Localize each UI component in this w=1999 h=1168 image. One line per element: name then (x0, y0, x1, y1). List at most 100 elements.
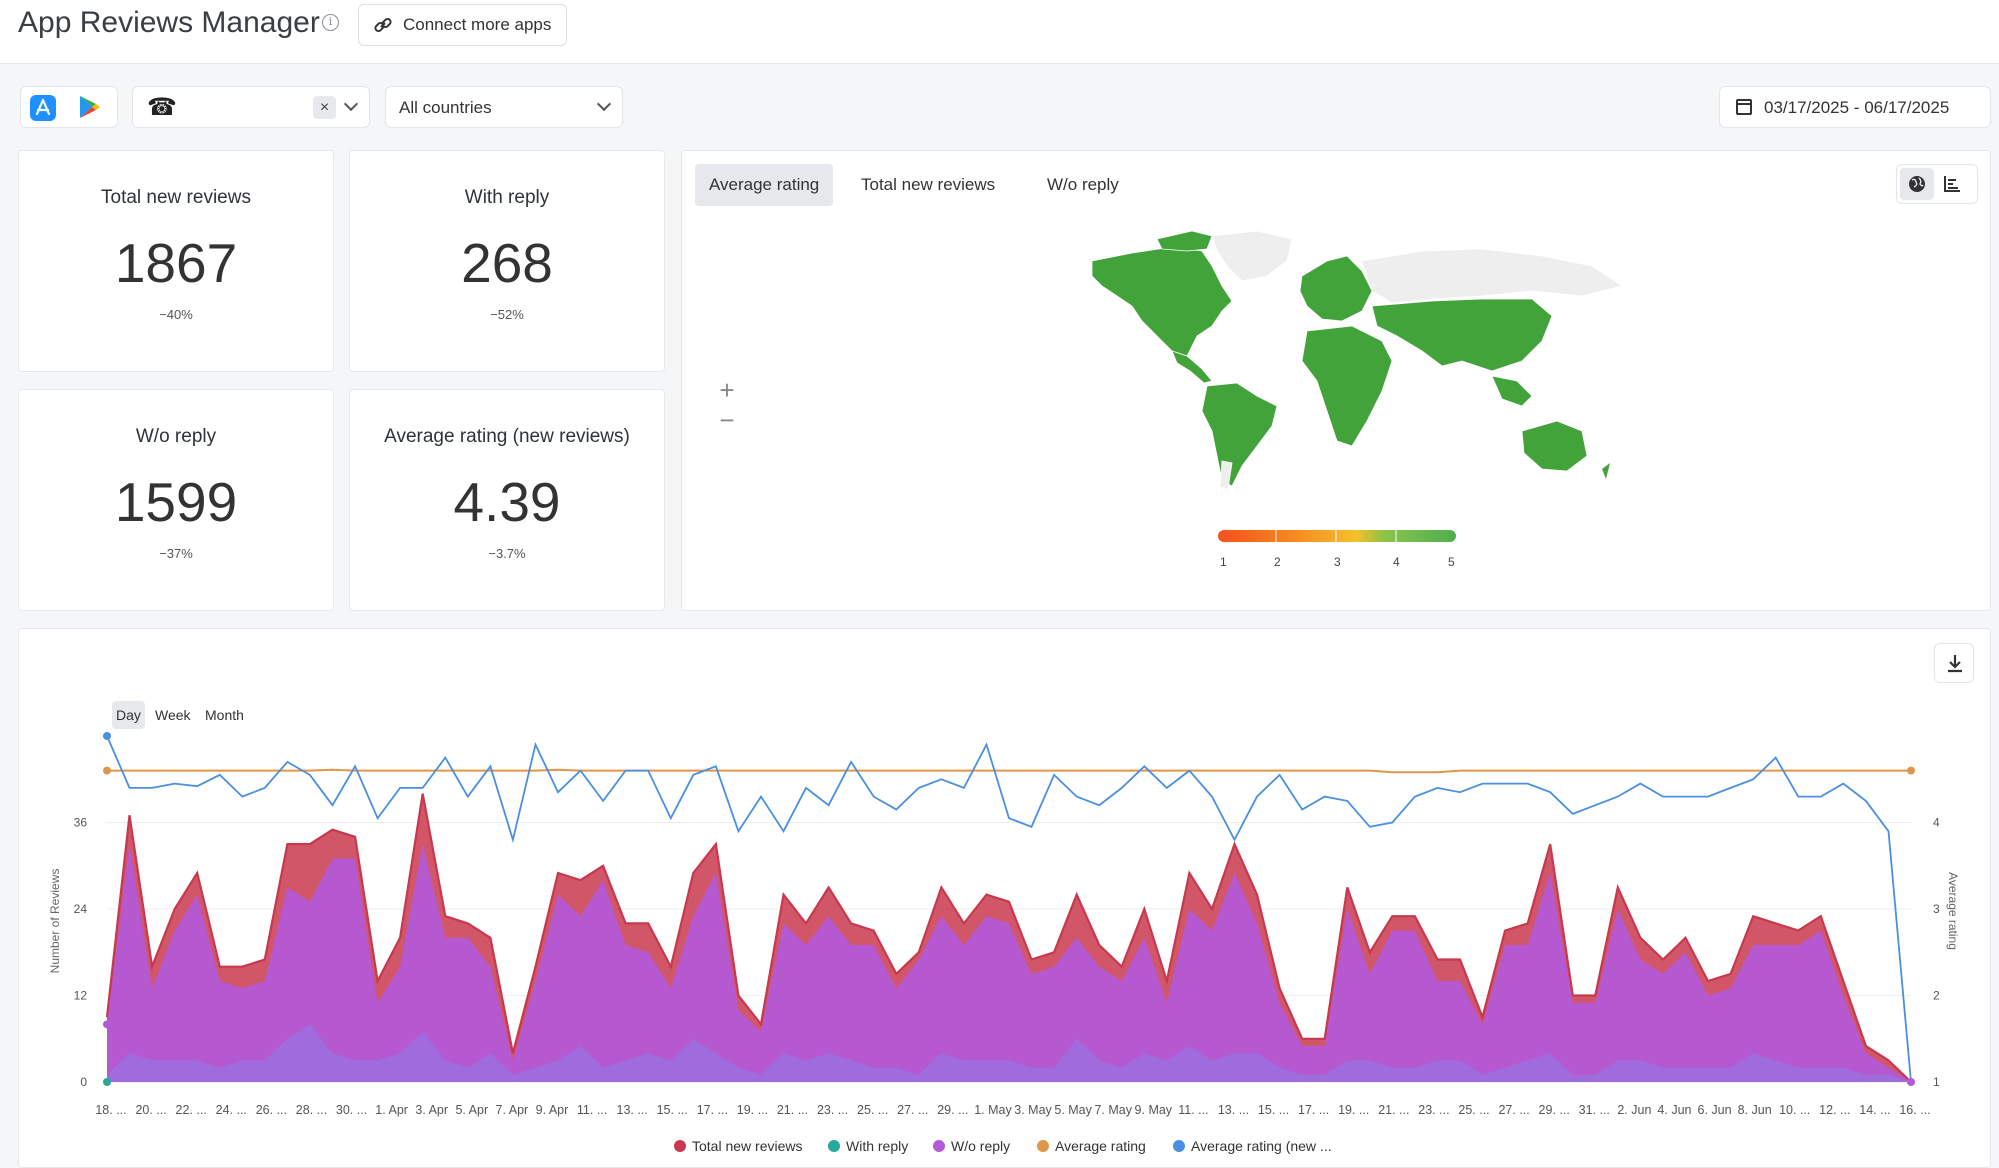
tab-total-new-reviews[interactable]: Total new reviews (847, 164, 1009, 206)
stat-label: Average rating (new reviews) (384, 426, 630, 447)
telephone-icon: ☎ (147, 94, 177, 121)
page-title: App Reviews Manager (18, 6, 320, 39)
rating-scale: 1 2 3 4 5 (1218, 530, 1456, 569)
legend-dot (828, 1140, 840, 1152)
scale-label-5: 5 (1448, 555, 1455, 569)
point-with-reply (103, 1078, 111, 1086)
x-tick-label: 9. May (1135, 1103, 1173, 1117)
y-right-tick-label: 1 (1933, 1075, 1940, 1089)
point-average-rating (103, 766, 111, 775)
stat-delta: −37% (159, 546, 193, 561)
chevron-down-icon (596, 96, 612, 112)
x-tick-label: 15. ... (1258, 1103, 1289, 1117)
stat-value: 1599 (114, 471, 238, 533)
scale-label-2: 2 (1274, 555, 1281, 569)
connect-more-apps-button[interactable]: Connect more apps (358, 4, 567, 46)
x-tick-label: 3. Apr (415, 1103, 448, 1117)
x-tick-label: 29. ... (937, 1103, 968, 1117)
tab-without-reply[interactable]: W/o reply (1033, 164, 1133, 206)
x-tick-label: 6. Jun (1698, 1103, 1732, 1117)
calendar-icon (1736, 99, 1752, 115)
x-tick-label: 1. May (974, 1103, 1012, 1117)
x-tick-label: 23. ... (817, 1103, 848, 1117)
x-tick-label: 10. ... (1779, 1103, 1810, 1117)
x-tick-label: 22. ... (176, 1103, 207, 1117)
x-tick-label: 9. Apr (536, 1103, 569, 1117)
scale-label-1: 1 (1220, 555, 1227, 569)
x-tick-label: 3. May (1014, 1103, 1052, 1117)
legend-label: Average rating (1055, 1138, 1146, 1154)
y-right-tick-label: 4 (1933, 816, 1940, 830)
country-select[interactable]: All countries (385, 86, 623, 128)
legend-label: W/o reply (951, 1138, 1011, 1154)
map-region-africa (1301, 325, 1393, 447)
x-tick-label: 1. Apr (375, 1103, 408, 1117)
reviews-chart[interactable]: Number of Reviews Average rating 0122436… (19, 629, 1992, 1129)
stat-value: 268 (461, 232, 553, 294)
chart-view-button[interactable] (1943, 175, 1961, 198)
x-tick-label: 30. ... (336, 1103, 367, 1117)
map-region-asia (1371, 298, 1553, 372)
zoom-in-button[interactable]: + (714, 375, 740, 406)
stat-card-average-rating: Average rating (new reviews) 4.39 −3.7% (349, 389, 665, 611)
legend-without-reply[interactable]: W/o reply (933, 1138, 1010, 1154)
stat-value: 1867 (114, 232, 238, 294)
y-axis-label-right: Average rating (1946, 872, 1960, 950)
legend-average-rating-new[interactable]: Average rating (new ... (1173, 1138, 1332, 1154)
bar-chart-icon (1944, 176, 1960, 192)
x-tick-label: 26. ... (256, 1103, 287, 1117)
globe-view-button[interactable] (1900, 168, 1934, 200)
scale-label-3: 3 (1334, 555, 1341, 569)
stat-card-total-new-reviews: Total new reviews 1867 −40% (18, 150, 334, 372)
x-tick-label: 13. ... (1218, 1103, 1249, 1117)
globe-icon (1909, 176, 1925, 192)
stat-card-without-reply: W/o reply 1599 −37% (18, 389, 334, 611)
x-tick-label: 23. ... (1418, 1103, 1449, 1117)
map-region-central-america (1171, 350, 1213, 384)
legend-average-rating[interactable]: Average rating (1037, 1138, 1146, 1154)
world-map[interactable] (1062, 231, 1632, 491)
area-without-reply (107, 844, 1911, 1082)
stat-label: Total new reviews (101, 187, 251, 208)
legend-dot (1173, 1140, 1185, 1152)
map-region-north-america (1091, 246, 1233, 357)
x-tick-label: 11. ... (577, 1103, 607, 1117)
info-icon[interactable]: i (322, 14, 339, 31)
map-region-canada-arctic (1156, 231, 1213, 252)
x-tick-label: 12. ... (1819, 1103, 1850, 1117)
stat-label: W/o reply (135, 426, 217, 447)
chevron-down-icon[interactable] (343, 96, 359, 112)
reviews-chart-card: Day Week Month Number of Reviews Average… (18, 628, 1991, 1168)
date-range-picker[interactable]: 03/17/2025 - 06/17/2025 (1719, 86, 1991, 128)
clear-app-icon[interactable]: × (313, 96, 336, 119)
x-tick-label: 28. ... (296, 1103, 327, 1117)
app-store-icon[interactable] (30, 95, 56, 121)
stat-delta: −3.7% (488, 546, 526, 561)
x-tick-label: 14. ... (1859, 1103, 1890, 1117)
y-tick-label: 24 (74, 902, 88, 916)
legend-dot (1037, 1140, 1049, 1152)
world-map-card: Average rating Total new reviews W/o rep… (681, 150, 1991, 611)
zoom-out-button[interactable]: − (714, 405, 740, 436)
x-tick-label: 19. ... (1338, 1103, 1369, 1117)
x-tick-label: 4. Jun (1657, 1103, 1691, 1117)
stat-value: 4.39 (453, 471, 561, 533)
y-tick-label: 36 (74, 816, 88, 830)
tab-average-rating[interactable]: Average rating (695, 164, 834, 206)
point-without-reply (103, 1020, 111, 1029)
map-region-europe (1299, 255, 1373, 322)
legend-dot (674, 1140, 686, 1152)
google-play-icon[interactable] (79, 95, 101, 124)
app-select[interactable]: ☎ × (132, 86, 370, 128)
x-tick-label: 27. ... (1498, 1103, 1529, 1117)
legend-dot (933, 1140, 945, 1152)
x-tick-label: 27. ... (897, 1103, 928, 1117)
legend-label: With reply (846, 1138, 909, 1154)
legend-with-reply[interactable]: With reply (828, 1138, 908, 1154)
x-tick-label: 17. ... (1298, 1103, 1329, 1117)
date-range-value: 03/17/2025 - 06/17/2025 (1764, 98, 1950, 117)
legend-total-new-reviews[interactable]: Total new reviews (674, 1138, 803, 1154)
x-tick-label: 7. Apr (496, 1103, 529, 1117)
x-tick-label: 5. Apr (455, 1103, 488, 1117)
x-tick-label: 29. ... (1539, 1103, 1570, 1117)
